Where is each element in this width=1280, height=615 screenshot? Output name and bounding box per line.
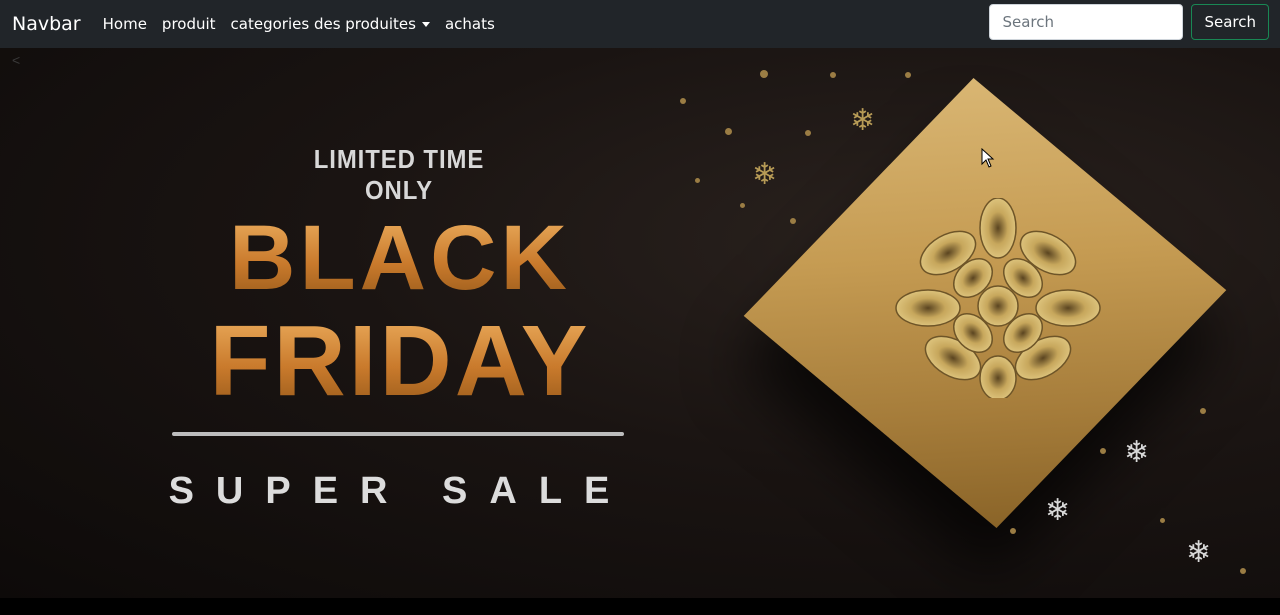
banner-headline-line1: BLACK — [150, 206, 650, 311]
gift-bow-icon — [895, 198, 1101, 398]
nav-dropdown-label: categories des produites — [230, 15, 416, 33]
search-input[interactable] — [989, 4, 1184, 40]
snowflake-icon: ❄ — [752, 158, 778, 191]
snowflake-icon: ❄ — [1186, 536, 1212, 569]
nav-link-produit[interactable]: produit — [162, 15, 216, 33]
carousel-banner: < LIMITED TIME ONLY BLACK FRIDAY SUPER S… — [0, 48, 1280, 598]
banner-headline-line2: FRIDAY — [150, 304, 650, 419]
confetti-dot — [790, 218, 796, 224]
navbar: Navbar Home produit categories des produ… — [0, 0, 1280, 48]
confetti-dot — [1010, 528, 1016, 534]
caret-down-icon — [421, 21, 430, 27]
nav-links: Home produit categories des produites ac… — [103, 15, 510, 33]
confetti-dot — [1200, 408, 1206, 414]
search-button[interactable]: Search — [1191, 4, 1269, 40]
banner-divider — [172, 432, 624, 436]
search-form: Search — [989, 4, 1269, 40]
confetti-dot — [1160, 518, 1165, 523]
banner-subline: SUPER SALE — [168, 470, 632, 512]
confetti-dot — [1240, 568, 1246, 574]
snowflake-icon: ❄ — [850, 104, 876, 137]
nav-link-achats[interactable]: achats — [445, 15, 495, 33]
banner-tagline: LIMITED TIME ONLY — [313, 144, 485, 205]
confetti-dot — [740, 203, 745, 208]
confetti-dot — [695, 178, 700, 183]
mouse-pointer-icon — [981, 148, 995, 168]
snowflake-icon: ❄ — [1124, 436, 1150, 469]
nav-dropdown-categories[interactable]: categories des produites — [231, 15, 430, 33]
confetti-dot — [680, 98, 686, 104]
nav-link-home[interactable]: Home — [103, 15, 147, 33]
confetti-dot — [830, 72, 836, 78]
confetti-dot — [1100, 448, 1106, 454]
snowflake-icon: ❄ — [1045, 494, 1071, 527]
carousel-prev-control[interactable]: < — [12, 52, 20, 68]
confetti-dot — [805, 130, 811, 136]
confetti-dot — [905, 72, 911, 78]
confetti-dot — [725, 128, 732, 135]
confetti-dot — [760, 70, 768, 78]
page-bottom-strip — [0, 598, 1280, 615]
navbar-brand[interactable]: Navbar — [12, 13, 81, 35]
